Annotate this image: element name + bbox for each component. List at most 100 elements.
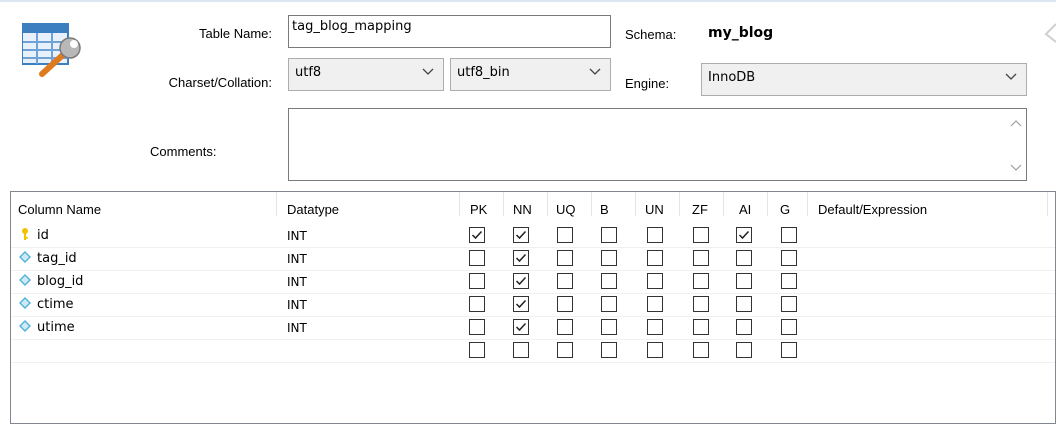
diamond-icon bbox=[19, 320, 31, 332]
charset-collation-label: Charset/Collation: bbox=[168, 75, 272, 90]
g-checkbox[interactable] bbox=[781, 227, 797, 243]
un-checkbox[interactable] bbox=[647, 319, 663, 335]
diamond-icon bbox=[19, 297, 31, 309]
nn-checkbox[interactable] bbox=[513, 296, 529, 312]
table-row[interactable]: utime INT bbox=[11, 316, 1055, 340]
table-row[interactable]: tag_id INT bbox=[11, 247, 1055, 271]
g-checkbox[interactable] bbox=[781, 296, 797, 312]
nn-checkbox[interactable] bbox=[513, 273, 529, 289]
b-checkbox[interactable] bbox=[601, 296, 617, 312]
pk-checkbox[interactable] bbox=[469, 273, 485, 289]
uq-checkbox[interactable] bbox=[557, 273, 573, 289]
ai-checkbox[interactable] bbox=[736, 342, 752, 358]
uq-checkbox[interactable] bbox=[557, 250, 573, 266]
scroll-down-arrow-icon[interactable] bbox=[1010, 164, 1022, 172]
column-name-cell[interactable]: blog_id bbox=[19, 273, 83, 289]
chevron-down-icon bbox=[1005, 73, 1017, 80]
ai-checkbox[interactable] bbox=[736, 227, 752, 243]
nn-checkbox[interactable] bbox=[513, 250, 529, 266]
column-name-text: utime bbox=[37, 320, 75, 335]
g-checkbox[interactable] bbox=[781, 273, 797, 289]
engine-label: Engine: bbox=[625, 76, 670, 91]
uq-checkbox[interactable] bbox=[557, 296, 573, 312]
checkmark-icon bbox=[738, 230, 750, 240]
column-datatype-cell[interactable]: INT bbox=[287, 275, 307, 289]
column-header-g[interactable]: G bbox=[768, 192, 808, 217]
zf-checkbox[interactable] bbox=[693, 296, 709, 312]
comments-textarea[interactable] bbox=[288, 108, 1027, 181]
column-name-cell[interactable]: utime bbox=[19, 319, 75, 335]
b-checkbox[interactable] bbox=[601, 342, 617, 358]
chevron-down-icon bbox=[422, 68, 434, 75]
column-header-un[interactable]: UN bbox=[636, 192, 680, 217]
column-name-cell[interactable]: ctime bbox=[19, 296, 74, 312]
column-header-default[interactable]: Default/Expression bbox=[808, 192, 1048, 217]
diamond-icon bbox=[19, 251, 31, 263]
un-checkbox[interactable] bbox=[647, 227, 663, 243]
schema-value: my_blog bbox=[708, 25, 774, 41]
uq-checkbox[interactable] bbox=[557, 227, 573, 243]
zf-checkbox[interactable] bbox=[693, 227, 709, 243]
uq-checkbox[interactable] bbox=[557, 342, 573, 358]
table-row[interactable]: blog_id INT bbox=[11, 270, 1055, 294]
table-row[interactable]: id INT bbox=[11, 224, 1055, 248]
column-header-nn[interactable]: NN bbox=[504, 192, 548, 217]
un-checkbox[interactable] bbox=[647, 296, 663, 312]
g-checkbox[interactable] bbox=[781, 342, 797, 358]
zf-checkbox[interactable] bbox=[693, 250, 709, 266]
column-header-zf[interactable]: ZF bbox=[680, 192, 724, 217]
column-name-cell[interactable]: tag_id bbox=[19, 250, 77, 266]
column-header-datatype[interactable]: Datatype bbox=[277, 192, 460, 217]
column-name-cell[interactable]: id bbox=[19, 227, 49, 243]
columns-grid[interactable]: Column Name Datatype PK NN UQ B UN ZF AI… bbox=[10, 191, 1056, 424]
uq-checkbox[interactable] bbox=[557, 319, 573, 335]
column-datatype-cell[interactable]: INT bbox=[287, 252, 307, 266]
pk-checkbox[interactable] bbox=[469, 342, 485, 358]
ai-checkbox[interactable] bbox=[736, 250, 752, 266]
un-checkbox[interactable] bbox=[647, 273, 663, 289]
pk-checkbox[interactable] bbox=[469, 296, 485, 312]
zf-checkbox[interactable] bbox=[693, 273, 709, 289]
g-checkbox[interactable] bbox=[781, 250, 797, 266]
column-datatype-cell[interactable]: INT bbox=[287, 229, 307, 243]
checkmark-icon bbox=[471, 230, 483, 240]
g-checkbox[interactable] bbox=[781, 319, 797, 335]
pk-checkbox[interactable] bbox=[469, 227, 485, 243]
column-name-text: blog_id bbox=[37, 274, 84, 289]
column-header-b[interactable]: B bbox=[592, 192, 636, 217]
column-datatype-cell[interactable]: INT bbox=[287, 298, 307, 312]
b-checkbox[interactable] bbox=[601, 319, 617, 335]
table-name-input[interactable]: tag_blog_mapping bbox=[288, 15, 611, 48]
table-row[interactable]: ctime INT bbox=[11, 293, 1055, 317]
nn-checkbox[interactable] bbox=[513, 319, 529, 335]
table-row-new[interactable] bbox=[11, 339, 1055, 363]
collation-select-value: utf8_bin bbox=[457, 65, 510, 80]
key-icon bbox=[22, 228, 28, 240]
b-checkbox[interactable] bbox=[601, 273, 617, 289]
collation-select[interactable]: utf8_bin bbox=[450, 58, 611, 91]
zf-checkbox[interactable] bbox=[693, 319, 709, 335]
column-header-pk[interactable]: PK bbox=[460, 192, 504, 217]
zf-checkbox[interactable] bbox=[693, 342, 709, 358]
ai-checkbox[interactable] bbox=[736, 319, 752, 335]
un-checkbox[interactable] bbox=[647, 342, 663, 358]
ai-checkbox[interactable] bbox=[736, 296, 752, 312]
column-datatype-cell[interactable]: INT bbox=[287, 321, 307, 335]
column-header-uq[interactable]: UQ bbox=[548, 192, 592, 217]
column-header-ai[interactable]: AI bbox=[724, 192, 768, 217]
pk-checkbox[interactable] bbox=[469, 250, 485, 266]
pk-checkbox[interactable] bbox=[469, 319, 485, 335]
comments-scrollbar[interactable] bbox=[1006, 109, 1026, 180]
un-checkbox[interactable] bbox=[647, 250, 663, 266]
charset-select[interactable]: utf8 bbox=[288, 58, 444, 91]
checkmark-icon bbox=[515, 253, 527, 263]
ai-checkbox[interactable] bbox=[736, 273, 752, 289]
scroll-up-arrow-icon[interactable] bbox=[1010, 119, 1022, 127]
b-checkbox[interactable] bbox=[601, 250, 617, 266]
nn-checkbox[interactable] bbox=[513, 342, 529, 358]
engine-select[interactable]: InnoDB bbox=[701, 63, 1027, 96]
column-header-name[interactable]: Column Name bbox=[11, 192, 277, 217]
column-name-text: id bbox=[37, 228, 49, 243]
nn-checkbox[interactable] bbox=[513, 227, 529, 243]
b-checkbox[interactable] bbox=[601, 227, 617, 243]
